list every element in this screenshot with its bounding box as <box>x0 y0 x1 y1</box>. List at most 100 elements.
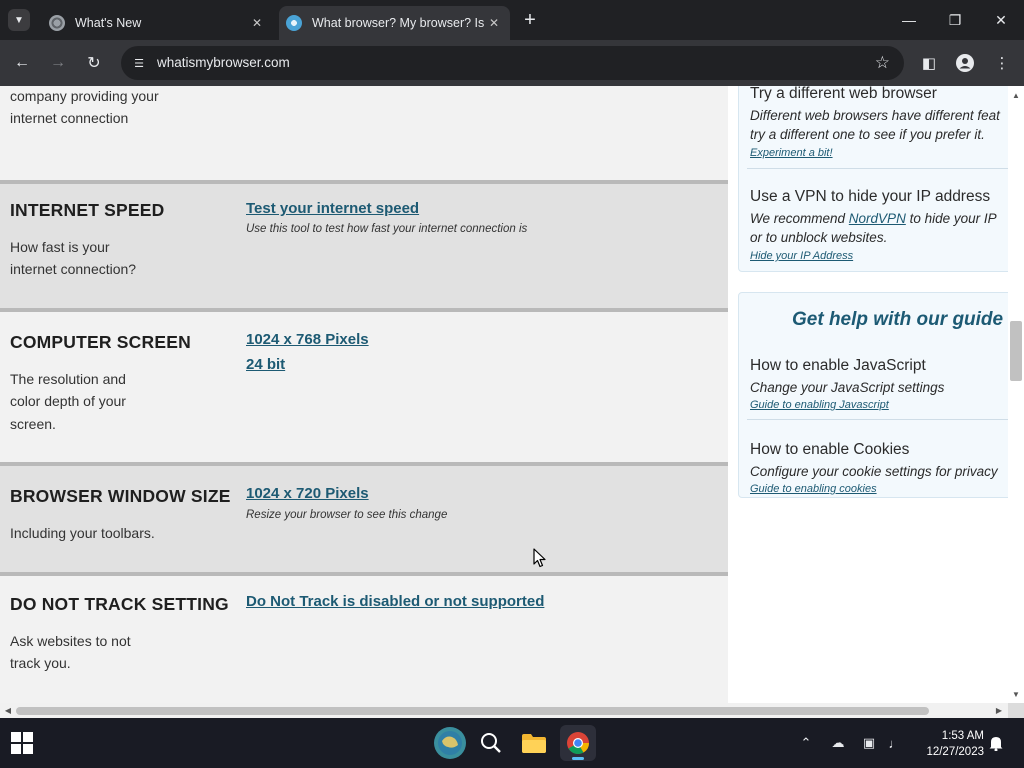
horizontal-scrollbar[interactable]: ◀ ▶ <box>0 703 1008 718</box>
url-text[interactable]: whatismybrowser.com <box>157 55 290 70</box>
chrome-taskbar-button[interactable] <box>560 725 596 761</box>
hide-ip-link[interactable]: Hide your IP Address <box>750 250 853 262</box>
bookmark-star-icon[interactable]: ☆ <box>875 53 890 73</box>
file-explorer-button[interactable] <box>516 725 552 761</box>
close-tab-icon[interactable]: ✕ <box>249 15 265 31</box>
close-tab-icon[interactable]: ✕ <box>486 15 502 31</box>
windows-logo-icon <box>11 732 33 754</box>
notification-bell-icon[interactable] <box>986 734 1006 752</box>
row-browser-window-size: BROWSER WINDOW SIZE Including your toolb… <box>0 466 728 572</box>
clock-time: 1:53 AM <box>941 730 984 742</box>
sidebar-item-title: Try a different web browser <box>750 86 937 102</box>
row-computer-screen: COMPUTER SCREEN The resolution and color… <box>0 312 728 462</box>
minimize-button[interactable]: — <box>886 0 932 40</box>
tab-title: What browser? My browser? Is <box>312 16 485 30</box>
row-title: BROWSER WINDOW SIZE <box>10 486 231 506</box>
onedrive-offline-icon[interactable]: ☁ <box>828 734 848 752</box>
sidebar-item-desc: We recommend NordVPN to hide your IP <box>750 209 997 228</box>
row-note: Resize your browser to see this change <box>246 509 448 521</box>
restore-button[interactable]: ❐ <box>932 0 978 40</box>
show-hidden-icons-icon[interactable]: ⌃ <box>796 734 816 752</box>
taskbar-clock[interactable]: 1:53 AM 12/27/2023 <box>912 728 984 760</box>
chrome-icon <box>567 732 589 754</box>
site-info-icon[interactable]: ☰ <box>131 55 147 71</box>
browser-toolbar: ← → ↻ ☰ whatismybrowser.com ☆ ◧ ⋮ <box>0 40 1024 86</box>
globe-icon <box>434 727 466 759</box>
row-description: How fast is your internet connection? <box>10 239 137 278</box>
tab-strip: ▼ What's New ✕ What browser? My browser?… <box>0 0 1024 40</box>
guides-card: Get help with our guide How to enable Ja… <box>738 292 1008 498</box>
sidebar-item-desc: Configure your cookie settings for priva… <box>750 464 998 479</box>
color-depth-link[interactable]: 24 bit <box>246 356 285 373</box>
row-description: company providing your internet connecti… <box>10 88 159 127</box>
sidebar-item-desc: or to unblock websites. <box>750 230 888 245</box>
tab-search-button[interactable]: ▼ <box>8 9 30 31</box>
recommendations-card: Try a different web browser Different we… <box>738 86 1008 272</box>
do-not-track-link[interactable]: Do Not Track is disabled or not supporte… <box>246 593 544 610</box>
search-button[interactable] <box>473 725 509 761</box>
volume-muted-icon[interactable]: ♩ <box>885 734 905 752</box>
tab-whats-new[interactable]: What's New ✕ <box>40 6 275 40</box>
row-title: INTERNET SPEED <box>10 200 165 220</box>
scroll-left-icon[interactable]: ◀ <box>1 703 15 718</box>
scrollbar-corner <box>1008 703 1024 718</box>
vertical-scrollbar[interactable]: ▲ ▼ <box>1008 86 1024 703</box>
desc-text: to hide your IP <box>905 211 997 226</box>
clock-date: 12/27/2023 <box>926 746 984 758</box>
row-title: DO NOT TRACK SETTING <box>10 594 229 614</box>
start-button[interactable] <box>4 725 40 761</box>
scroll-up-icon[interactable]: ▲ <box>1008 88 1024 102</box>
sidebar-item-desc: Different web browsers have different fe… <box>750 108 1000 123</box>
scroll-down-icon[interactable]: ▼ <box>1008 687 1024 701</box>
vertical-scroll-thumb[interactable] <box>1010 321 1022 381</box>
row-title: COMPUTER SCREEN <box>10 332 191 352</box>
javascript-guide-link[interactable]: Guide to enabling Javascript <box>750 399 889 411</box>
forward-button[interactable]: → <box>46 51 70 75</box>
page-viewport: company providing your internet connecti… <box>0 86 1024 718</box>
new-tab-button[interactable]: + <box>519 10 541 32</box>
experiment-link[interactable]: Experiment a bit! <box>750 147 833 159</box>
row-description: Ask websites to not track you. <box>10 633 131 672</box>
guides-heading: Get help with our guide <box>792 309 1004 330</box>
cookies-guide-link[interactable]: Guide to enabling cookies <box>750 483 877 495</box>
row-description: The resolution and color depth of your s… <box>10 371 126 432</box>
right-sidebar: Try a different web browser Different we… <box>738 86 1008 703</box>
row-do-not-track: DO NOT TRACK SETTING Ask websites to not… <box>0 576 728 703</box>
tab-title: What's New <box>75 16 142 30</box>
sidebar-item-title: Use a VPN to hide your IP address <box>750 188 991 205</box>
card-divider <box>747 419 1008 420</box>
windows-taskbar: ⌃ ☁ ▣ ♩ 1:53 AM 12/27/2023 <box>0 718 1024 768</box>
search-icon <box>481 733 501 753</box>
back-button[interactable]: ← <box>10 51 34 75</box>
screen-resolution-link[interactable]: 1024 x 768 Pixels <box>246 331 369 348</box>
window-size-link[interactable]: 1024 x 720 Pixels <box>246 485 369 502</box>
card-divider <box>747 168 1008 169</box>
close-window-button[interactable]: ✕ <box>978 0 1024 40</box>
mouse-cursor-icon <box>533 548 546 568</box>
row-internet-speed: INTERNET SPEED How fast is your internet… <box>0 184 728 308</box>
sidebar-item-title: How to enable JavaScript <box>750 357 926 374</box>
sidebar-item-desc: Change your JavaScript settings <box>750 380 945 395</box>
widgets-globe-button[interactable] <box>432 725 468 761</box>
detection-table: company providing your internet connecti… <box>0 86 728 703</box>
whatismybrowser-favicon-icon <box>286 15 302 31</box>
tab-what-browser[interactable]: What browser? My browser? Is ✕ <box>279 6 510 40</box>
desc-text: We recommend <box>750 211 849 226</box>
profile-icon[interactable] <box>953 51 977 75</box>
side-panel-icon[interactable]: ◧ <box>917 51 941 75</box>
row-description: Including your toolbars. <box>10 525 155 541</box>
reload-button[interactable]: ↻ <box>82 51 106 75</box>
row-isp: company providing your internet connecti… <box>0 86 728 180</box>
nordvpn-link[interactable]: NordVPN <box>849 211 906 226</box>
address-bar[interactable]: ☰ whatismybrowser.com ☆ <box>121 46 904 80</box>
network-icon[interactable]: ▣ <box>859 734 879 752</box>
chrome-favicon-icon <box>49 15 65 31</box>
scroll-right-icon[interactable]: ▶ <box>992 703 1006 718</box>
test-internet-speed-link[interactable]: Test your internet speed <box>246 200 419 217</box>
sidebar-item-desc: try a different one to see if you prefer… <box>750 127 985 142</box>
folder-icon <box>522 734 546 753</box>
sidebar-item-title: How to enable Cookies <box>750 441 910 458</box>
horizontal-scroll-thumb[interactable] <box>16 707 929 715</box>
menu-kebab-icon[interactable]: ⋮ <box>990 51 1014 75</box>
row-note: Use this tool to test how fast your inte… <box>246 223 528 235</box>
